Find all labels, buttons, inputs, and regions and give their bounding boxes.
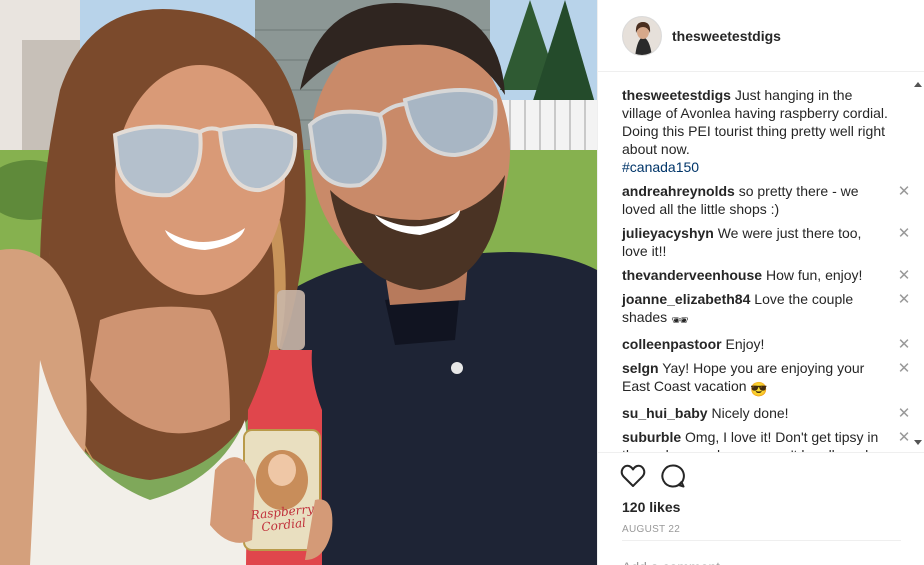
- close-icon[interactable]: ✕: [897, 266, 911, 284]
- comment-username[interactable]: julieyacyshyn: [622, 225, 714, 241]
- comment-item: suburble Omg, I love it! Don't get tipsy…: [622, 428, 910, 452]
- hashtag-link[interactable]: #canada150: [622, 158, 895, 176]
- comment-item: andreahreynolds so pretty there - we lov…: [622, 182, 910, 218]
- action-icons: [620, 461, 901, 491]
- post-photo[interactable]: Raspberry Cordial: [0, 0, 597, 565]
- scroll-down-arrow-icon[interactable]: [914, 440, 922, 445]
- comment-username[interactable]: selgn: [622, 360, 659, 376]
- comment-text: How fun, enjoy!: [765, 267, 863, 283]
- post-header: thesweetestdigs: [598, 0, 924, 72]
- comments-list[interactable]: thesweetestdigs Just hanging in the vill…: [598, 78, 924, 452]
- comment-username[interactable]: suburble: [622, 429, 681, 445]
- comment-item: selgn Yay! Hope you are enjoying your Ea…: [622, 359, 910, 398]
- comment-text: Yay! Hope you are enjoying your East Coa…: [622, 360, 865, 394]
- close-icon[interactable]: ✕: [897, 428, 911, 446]
- close-icon[interactable]: ✕: [897, 404, 911, 422]
- post-actions: 120 likes AUGUST 22: [598, 452, 924, 535]
- comment-username[interactable]: thevanderveenhouse: [622, 267, 762, 283]
- header-username[interactable]: thesweetestdigs: [672, 28, 781, 44]
- caption-username[interactable]: thesweetestdigs: [622, 87, 731, 103]
- comment-username[interactable]: andreahreynolds: [622, 183, 735, 199]
- comment-item: julieyacyshyn We were just there too, lo…: [622, 224, 910, 260]
- comment-item: thevanderveenhouse How fun, enjoy! ✕: [622, 266, 910, 284]
- close-icon[interactable]: ✕: [897, 182, 911, 200]
- close-icon[interactable]: ✕: [897, 224, 911, 242]
- close-icon[interactable]: ✕: [897, 335, 911, 353]
- sunglasses-emoji-icon: 🕶: [671, 312, 689, 328]
- comment-item: colleenpastoor Enjoy! ✕: [622, 335, 910, 353]
- likes-count[interactable]: 120 likes: [620, 499, 901, 515]
- avatar[interactable]: [622, 15, 662, 56]
- comment-username[interactable]: su_hui_baby: [622, 405, 708, 421]
- cool-face-emoji-icon: 😎: [750, 381, 768, 397]
- close-icon[interactable]: ✕: [897, 290, 911, 308]
- post-caption: thesweetestdigs Just hanging in the vill…: [622, 86, 895, 176]
- avatar-image: [623, 16, 661, 55]
- comment-text: Nicely done!: [711, 405, 789, 421]
- post-date: AUGUST 22: [622, 524, 681, 535]
- post-side-panel: thesweetestdigs thesweetestdigs Just han…: [597, 0, 924, 565]
- close-icon[interactable]: ✕: [897, 359, 911, 377]
- comment-username[interactable]: joanne_elizabeth84: [622, 291, 750, 307]
- comment-item: joanne_elizabeth84 Love the couple shade…: [622, 290, 910, 329]
- comment-text: Enjoy!: [725, 336, 765, 352]
- comment-username[interactable]: colleenpastoor: [622, 336, 722, 352]
- speech-bubble-icon[interactable]: [660, 463, 686, 489]
- heart-icon[interactable]: [620, 463, 646, 489]
- comment-item: su_hui_baby Nicely done! ✕: [622, 404, 910, 422]
- scroll-up-arrow-icon[interactable]: [914, 82, 922, 87]
- add-comment-input[interactable]: Add a comment...: [622, 540, 901, 565]
- selfie-illustration: [0, 0, 597, 565]
